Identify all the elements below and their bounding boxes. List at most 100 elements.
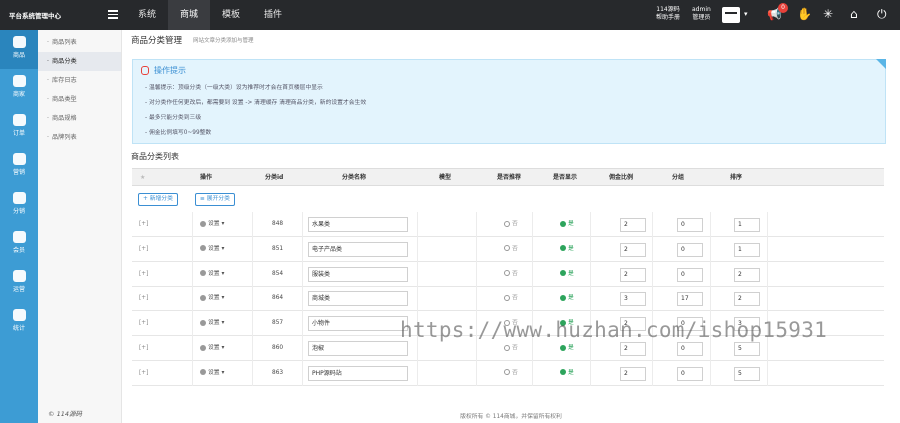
recommend-toggle[interactable]: 否 (504, 286, 518, 311)
settings-label: 设置 (208, 320, 220, 327)
col-sort: 排序 (730, 174, 743, 181)
commission-input[interactable]: 2 (620, 242, 646, 257)
ban-icon (504, 369, 510, 376)
recommend-value: 否 (512, 270, 518, 277)
show-toggle[interactable]: 是 (560, 361, 574, 386)
recommend-toggle[interactable]: 否 (504, 212, 518, 237)
help-link[interactable]: 114源码 帮助手册 (656, 6, 680, 22)
recommend-toggle[interactable]: 否 (504, 262, 518, 287)
sidebar-item-member[interactable]: 会员 (0, 225, 38, 264)
sidebar-label: 商家 (12, 91, 25, 98)
expand-toggle[interactable]: [+] (139, 336, 148, 361)
ban-icon (504, 245, 510, 252)
sort-input[interactable]: 5 (734, 342, 760, 356)
expand-toggle[interactable]: [+] (139, 212, 148, 237)
col-show: 是否显示 (553, 174, 578, 181)
commission-input[interactable]: 2 (620, 218, 646, 232)
chevron-down-icon[interactable]: ▾ (744, 10, 748, 18)
category-name-input[interactable]: 水果类 (308, 217, 408, 232)
nav-template[interactable]: 模板 (210, 0, 252, 30)
submenu-item-category[interactable]: 商品分类 (38, 52, 121, 71)
menu-toggle-icon[interactable] (108, 10, 118, 19)
sidebar-item-goods[interactable]: 商品 (0, 30, 38, 69)
sidebar-item-distribution[interactable]: 分销 (0, 186, 38, 225)
group-input[interactable]: 0 (677, 342, 703, 356)
category-id: 851 (272, 245, 284, 252)
home-icon[interactable]: ⌂ (850, 7, 858, 21)
tips-collapse-corner[interactable] (876, 59, 886, 69)
category-name-input[interactable]: 泡椒 (308, 341, 408, 356)
nav-plugin[interactable]: 插件 (252, 0, 294, 30)
sidebar-item-stats[interactable]: 统计 (0, 303, 38, 342)
category-id: 863 (272, 369, 284, 376)
group-input[interactable]: 0 (677, 366, 703, 381)
sidebar-label: 会员 (12, 247, 25, 254)
recommend-toggle[interactable]: 否 (504, 361, 518, 386)
calendar-icon[interactable] (722, 7, 740, 23)
commission-input[interactable]: 2 (620, 342, 646, 356)
show-value: 是 (568, 369, 574, 376)
group-input[interactable]: 17 (677, 292, 703, 307)
show-toggle[interactable]: 是 (560, 286, 574, 311)
expand-category-label: 展开分类 (206, 196, 230, 202)
expand-toggle[interactable]: [+] (139, 262, 148, 287)
submenu-item-brand[interactable]: 品牌列表 (38, 128, 121, 147)
show-toggle[interactable]: 是 (560, 262, 574, 287)
settings-dropdown[interactable]: 设置 ▾ (200, 212, 224, 237)
settings-dropdown[interactable]: 设置 ▾ (200, 286, 224, 311)
show-toggle[interactable]: 是 (560, 237, 574, 262)
power-icon[interactable]: ⏻ (877, 7, 887, 21)
category-name-input[interactable]: 小物件 (308, 316, 408, 332)
sidebar-item-marketing[interactable]: 营销 (0, 147, 38, 186)
expand-toggle[interactable]: [+] (139, 286, 148, 311)
category-name-input[interactable]: 服装类 (308, 266, 408, 282)
category-name-input[interactable]: 电子产品类 (308, 241, 408, 257)
sort-input[interactable]: 2 (734, 292, 760, 307)
show-toggle[interactable]: 是 (560, 212, 574, 237)
sort-input[interactable]: 1 (734, 242, 760, 257)
user-info[interactable]: admin 管理员 (692, 6, 711, 22)
submenu-item-stock-log[interactable]: 库存日志 (38, 71, 121, 90)
expand-toggle[interactable]: [+] (139, 237, 148, 262)
sort-input[interactable]: 2 (734, 267, 760, 282)
sitemap-icon[interactable]: ✳ (823, 7, 833, 21)
group-input[interactable]: 0 (677, 267, 703, 282)
sidebar: 商品 商家 订单 营销 分销 会员 运营 统计 (0, 30, 38, 423)
submenu-item-goods-list[interactable]: 商品列表 (38, 33, 121, 52)
group-input[interactable]: 0 (677, 242, 703, 257)
tip-text: 佣金比例填写0~99整数 (148, 130, 212, 136)
add-category-button[interactable]: + 新增分类 (138, 193, 178, 206)
tip-text: 温馨提示：顶级分类（一级大类）设为推荐时才会在首页楼层中显示 (148, 85, 323, 91)
expand-toggle[interactable]: [+] (139, 361, 148, 386)
commission-input[interactable]: 2 (620, 267, 646, 282)
col-type: 模型 (439, 174, 452, 181)
category-name-input[interactable]: 商城类 (308, 291, 408, 307)
page-title: 商品分类管理 (131, 36, 183, 46)
settings-dropdown[interactable]: 设置 ▾ (200, 336, 224, 361)
tip-line: - 佣金比例填写0~99整数 (145, 130, 212, 136)
commission-input[interactable]: 2 (620, 366, 646, 381)
sidebar-item-merchant[interactable]: 商家 (0, 69, 38, 108)
expand-toggle[interactable]: [+] (139, 311, 148, 336)
stats-icon (12, 309, 26, 321)
sort-input[interactable]: 5 (734, 366, 760, 381)
submenu-item-goods-type[interactable]: 商品类型 (38, 90, 121, 109)
expand-category-button[interactable]: ≡ 展开分类 (195, 193, 235, 206)
gear-icon (200, 270, 206, 277)
settings-dropdown[interactable]: 设置 ▾ (200, 311, 224, 336)
recommend-toggle[interactable]: 否 (504, 237, 518, 262)
settings-dropdown[interactable]: 设置 ▾ (200, 262, 224, 287)
sort-input[interactable]: 1 (734, 218, 760, 232)
commission-input[interactable]: 3 (620, 292, 646, 307)
group-input[interactable]: 0 (677, 218, 703, 232)
clean-icon[interactable]: ✋ (797, 7, 812, 21)
category-name-input[interactable]: PHP源码站 (308, 365, 408, 381)
submenu-item-spec[interactable]: 商品规格 (38, 109, 121, 128)
nav-mall[interactable]: 商城 (168, 0, 211, 30)
settings-dropdown[interactable]: 设置 ▾ (200, 361, 224, 386)
settings-dropdown[interactable]: 设置 ▾ (200, 237, 224, 262)
nav-system[interactable]: 系统 (126, 0, 168, 30)
category-id: 848 (272, 221, 284, 227)
sidebar-item-operation[interactable]: 运营 (0, 264, 38, 303)
sidebar-item-order[interactable]: 订单 (0, 108, 38, 147)
